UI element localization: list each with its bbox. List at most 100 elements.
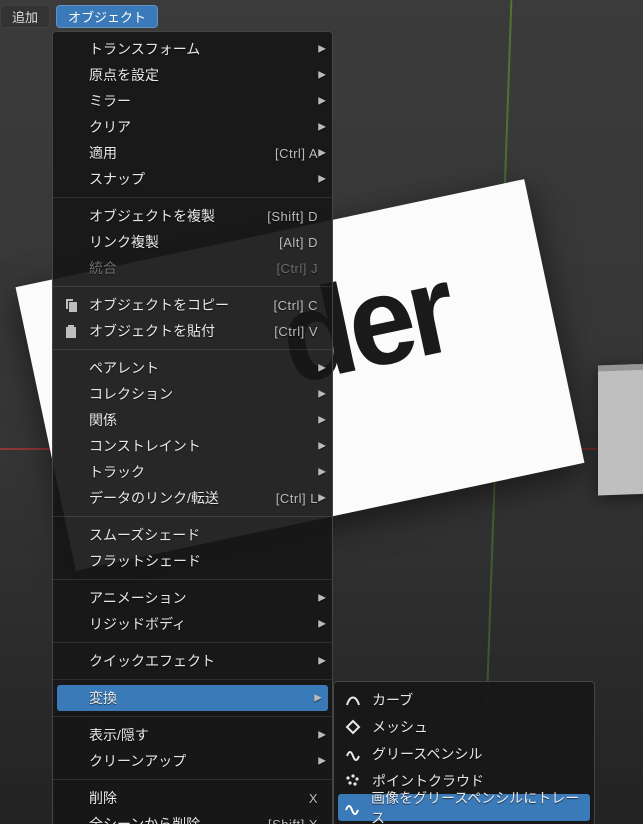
menu-item-label: クイックエフェクト (89, 651, 322, 671)
menu-item[interactable]: スムーズシェード (53, 522, 332, 548)
menu-item-label: トラック (89, 462, 322, 482)
menu-item-label: 適用 (89, 143, 275, 163)
submenu-item[interactable]: 画像をグリースペンシルにトレース (338, 794, 590, 821)
menu-item[interactable]: クリア▶ (53, 114, 332, 140)
menu-item[interactable]: 変換▶ (57, 685, 328, 711)
menu-item[interactable]: 削除X (53, 785, 332, 811)
menu-item-label: オブジェクトをコピー (89, 295, 274, 315)
header-menu: 追加 オブジェクト (0, 5, 158, 28)
menu-item[interactable]: アニメーション▶ (53, 585, 332, 611)
menu-item-shortcut: [Ctrl] C (274, 298, 322, 313)
menu-item-label: ペアレント (89, 358, 322, 378)
menu-item-shortcut: [Alt] D (279, 235, 322, 250)
menu-item[interactable]: データのリンク/転送[Ctrl] L▶ (53, 485, 332, 511)
menu-item-shortcut: [Shift] X (268, 817, 322, 824)
menu-item[interactable]: コンストレイント▶ (53, 433, 332, 459)
chevron-right-icon: ▶ (318, 174, 326, 185)
curve-icon (344, 691, 362, 709)
menu-item[interactable]: フラットシェード (53, 548, 332, 574)
chevron-right-icon: ▶ (318, 148, 326, 159)
menu-item[interactable]: トラック▶ (53, 459, 332, 485)
chevron-right-icon: ▶ (318, 44, 326, 55)
menu-item-label: クリーンアップ (89, 751, 322, 771)
menu-item-shortcut: [Ctrl] J (276, 261, 322, 276)
submenu-item[interactable]: グリースペンシル (334, 740, 594, 767)
menu-item[interactable]: 表示/隠す▶ (53, 722, 332, 748)
copy-icon (63, 297, 79, 313)
submenu-item[interactable]: カーブ (334, 686, 594, 713)
chevron-right-icon: ▶ (314, 693, 322, 704)
menu-item[interactable]: リンク複製[Alt] D (53, 229, 332, 255)
chevron-right-icon: ▶ (318, 656, 326, 667)
menu-item-label: アニメーション (89, 588, 322, 608)
menu-item-label: スムーズシェード (89, 525, 322, 545)
menu-separator (53, 516, 332, 517)
chevron-right-icon: ▶ (318, 96, 326, 107)
chevron-right-icon: ▶ (318, 70, 326, 81)
menu-item[interactable]: オブジェクトを複製[Shift] D (53, 203, 332, 229)
menu-separator (53, 716, 332, 717)
menu-item-shortcut: [Ctrl] L (276, 491, 322, 506)
menu-item[interactable]: トランスフォーム▶ (53, 36, 332, 62)
points-icon (344, 772, 362, 790)
menu-separator (53, 779, 332, 780)
chevron-right-icon: ▶ (318, 756, 326, 767)
chevron-right-icon: ▶ (318, 441, 326, 452)
submenu-item-label: メッシュ (372, 717, 428, 737)
add-menu-button[interactable]: 追加 (0, 5, 50, 28)
submenu-item-label: グリースペンシル (372, 744, 482, 764)
menu-item[interactable]: 適用[Ctrl] A▶ (53, 140, 332, 166)
object-menu[interactable]: トランスフォーム▶原点を設定▶ミラー▶クリア▶適用[Ctrl] A▶スナップ▶オ… (52, 31, 333, 824)
menu-item-label: トランスフォーム (89, 39, 322, 59)
menu-item-label: コレクション (89, 384, 322, 404)
chevron-right-icon: ▶ (318, 363, 326, 374)
submenu-item[interactable]: メッシュ (334, 713, 594, 740)
submenu-item-label: 画像をグリースペンシルにトレース (371, 788, 580, 824)
menu-item-label: 表示/隠す (89, 725, 322, 745)
menu-item[interactable]: 関係▶ (53, 407, 332, 433)
menu-separator (53, 286, 332, 287)
menu-item-shortcut: [Shift] D (267, 209, 322, 224)
submenu-item-label: カーブ (372, 690, 413, 710)
object-menu-button[interactable]: オブジェクト (56, 5, 158, 28)
gpencil-icon (344, 745, 362, 763)
menu-item[interactable]: リジッドボディ▶ (53, 611, 332, 637)
menu-item[interactable]: 原点を設定▶ (53, 62, 332, 88)
menu-item[interactable]: コレクション▶ (53, 381, 332, 407)
menu-item-label: 統合 (89, 258, 276, 278)
trace-icon (344, 799, 361, 817)
menu-item[interactable]: クイックエフェクト▶ (53, 648, 332, 674)
menu-item-label: スナップ (89, 169, 322, 189)
menu-item[interactable]: ペアレント▶ (53, 355, 332, 381)
chevron-right-icon: ▶ (318, 619, 326, 630)
menu-item[interactable]: クリーンアップ▶ (53, 748, 332, 774)
menu-item-shortcut: [Ctrl] A (275, 146, 322, 161)
menu-item-shortcut: [Ctrl] V (274, 324, 322, 339)
default-cube (598, 359, 643, 496)
menu-separator (53, 679, 332, 680)
menu-separator (53, 642, 332, 643)
menu-item-label: 全シーンから削除 (89, 814, 268, 824)
chevron-right-icon: ▶ (318, 467, 326, 478)
menu-item[interactable]: オブジェクトを貼付[Ctrl] V (53, 318, 332, 344)
chevron-right-icon: ▶ (318, 415, 326, 426)
menu-separator (53, 349, 332, 350)
chevron-right-icon: ▶ (318, 122, 326, 133)
chevron-right-icon: ▶ (318, 389, 326, 400)
chevron-right-icon: ▶ (318, 730, 326, 741)
menu-item[interactable]: スナップ▶ (53, 166, 332, 192)
mesh-icon (344, 718, 362, 736)
convert-submenu[interactable]: カーブメッシュグリースペンシルポイントクラウド画像をグリースペンシルにトレース (333, 681, 595, 824)
menu-item[interactable]: ミラー▶ (53, 88, 332, 114)
menu-item[interactable]: 全シーンから削除[Shift] X (53, 811, 332, 824)
menu-separator (53, 197, 332, 198)
menu-item-label: ミラー (89, 91, 322, 111)
menu-item[interactable]: オブジェクトをコピー[Ctrl] C (53, 292, 332, 318)
menu-item-label: オブジェクトを複製 (89, 206, 267, 226)
menu-item-label: 原点を設定 (89, 65, 322, 85)
menu-item-label: リジッドボディ (89, 614, 322, 634)
menu-item-label: 削除 (89, 788, 309, 808)
menu-item-label: 変換 (89, 688, 322, 708)
chevron-right-icon: ▶ (318, 593, 326, 604)
menu-item: 統合[Ctrl] J (53, 255, 332, 281)
